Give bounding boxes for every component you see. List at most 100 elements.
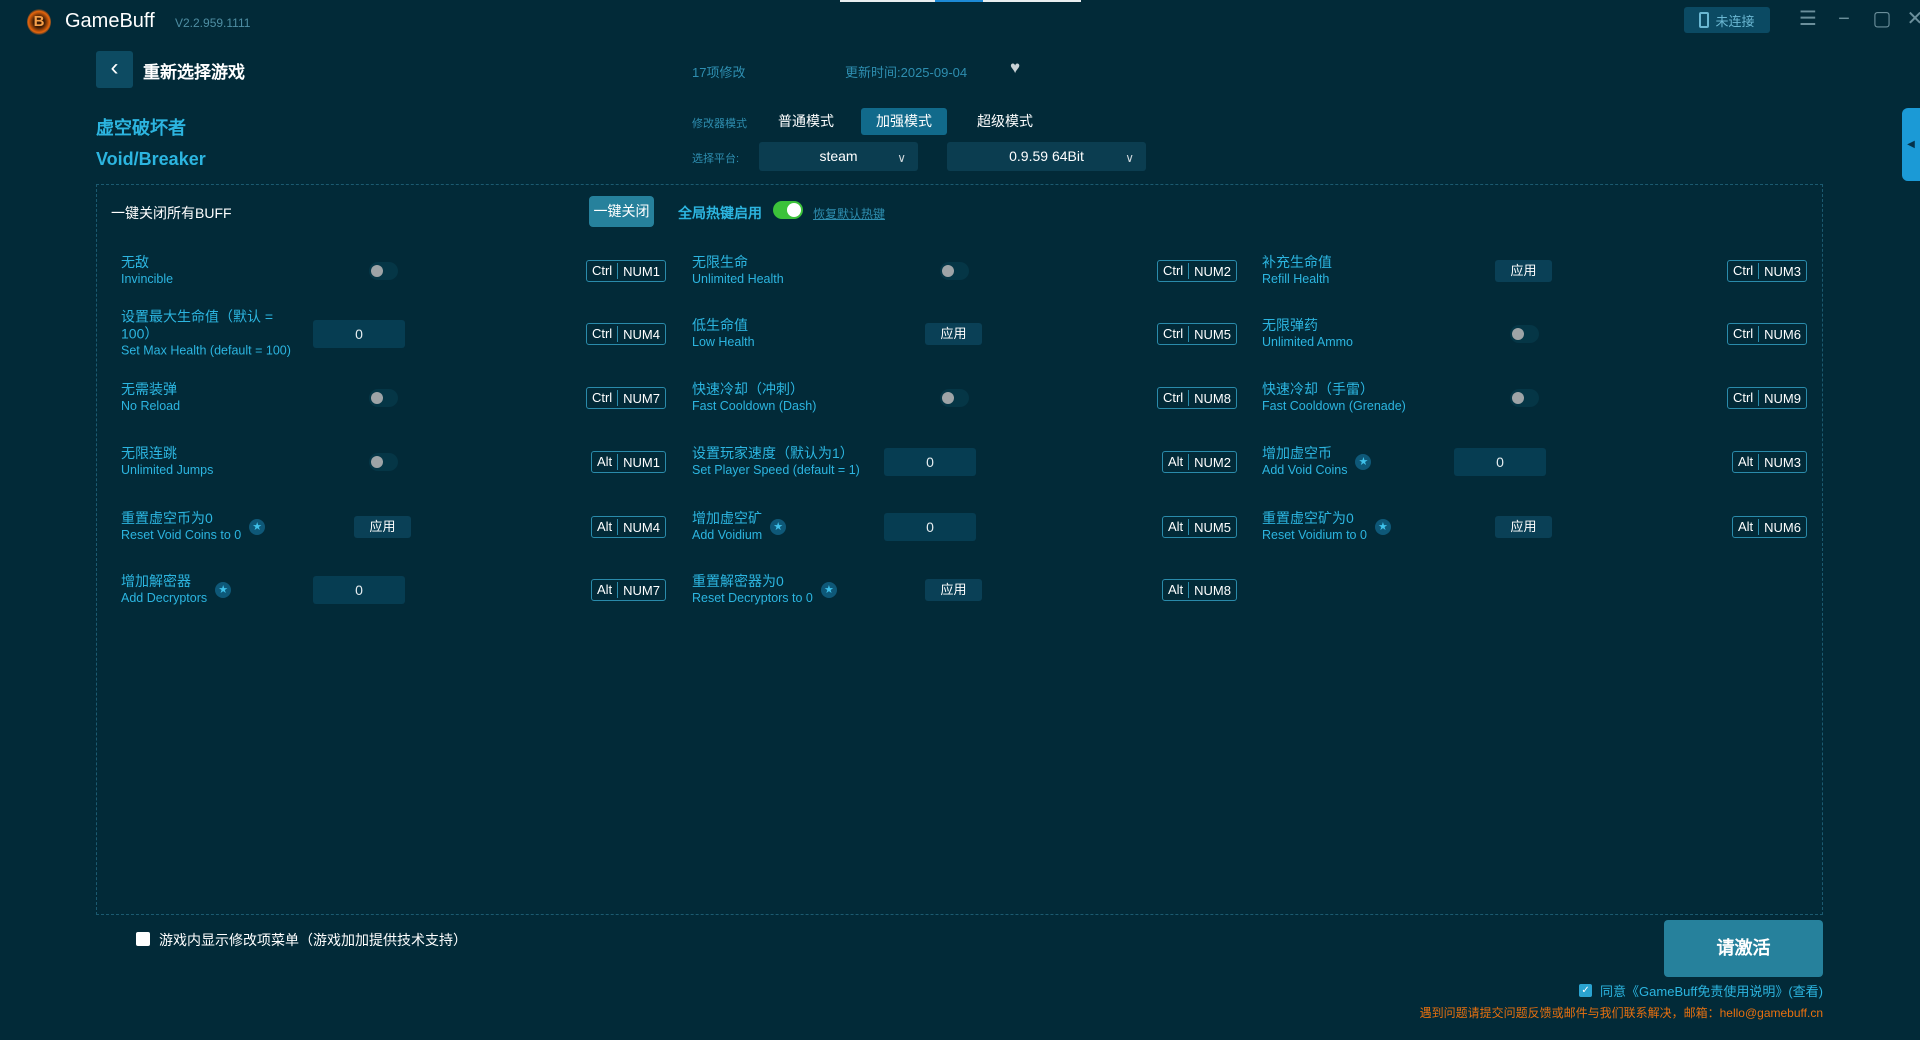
- cheat-name-en: Refill Health: [1262, 272, 1330, 286]
- cheat-name-en: Fast Cooldown (Dash): [692, 399, 817, 413]
- hotkey[interactable]: Alt NUM2: [1161, 451, 1237, 473]
- close-icon[interactable]: ✕: [1903, 8, 1920, 30]
- value-input[interactable]: 0: [1454, 448, 1546, 476]
- hotkey[interactable]: Alt NUM7: [590, 579, 666, 601]
- update-time: 更新时间:2025-09-04: [845, 65, 968, 80]
- minimize-icon[interactable]: −: [1832, 8, 1856, 30]
- hotkey[interactable]: Ctrl NUM6: [1726, 323, 1807, 345]
- apply-button[interactable]: 应用: [1495, 516, 1552, 538]
- favorite-heart-icon[interactable]: ♥: [1010, 58, 1020, 78]
- activate-button[interactable]: 请激活: [1664, 920, 1823, 977]
- menu-icon[interactable]: ☰: [1796, 8, 1820, 30]
- back-button[interactable]: ‹: [96, 51, 133, 88]
- hotkey[interactable]: Alt NUM4: [590, 516, 666, 538]
- connect-label: 未连接: [1715, 13, 1755, 29]
- hotkey-modifier: Alt: [1163, 519, 1190, 535]
- platform-select[interactable]: steam ∨: [759, 142, 918, 171]
- app-version: V2.2.959.1111: [175, 16, 251, 30]
- platform-value: steam: [819, 148, 858, 164]
- hotkey[interactable]: Alt NUM6: [1731, 516, 1807, 538]
- hotkey-key: NUM2: [1194, 263, 1231, 279]
- mode-normal[interactable]: 普通模式: [763, 108, 849, 135]
- app-name: GameBuff: [65, 10, 155, 32]
- apply-button[interactable]: 应用: [354, 516, 411, 538]
- star-icon: ★: [249, 519, 266, 535]
- cheat-toggle[interactable]: [940, 389, 969, 407]
- apply-button[interactable]: 应用: [1495, 260, 1552, 282]
- platform-label: 选择平台:: [692, 153, 740, 165]
- star-icon: ★: [1355, 454, 1372, 470]
- hotkey-key: NUM1: [623, 454, 660, 470]
- cheat-item: 无限弹药 Unlimited Ammo Ctrl NUM6: [1262, 304, 1822, 364]
- value-input[interactable]: 0: [313, 576, 405, 604]
- version-select[interactable]: 0.9.59 64Bit ∨: [947, 142, 1146, 171]
- value-input[interactable]: 0: [884, 448, 976, 476]
- cheat-name-en: Unlimited Ammo: [1262, 335, 1353, 349]
- hotkey[interactable]: Ctrl NUM4: [585, 323, 666, 345]
- cheat-item: 增加虚空币 Add Void Coins ★ 0 Alt NUM3: [1262, 432, 1822, 492]
- hotkey-key: NUM8: [1194, 582, 1231, 598]
- hotkey-modifier: Alt: [1163, 582, 1190, 598]
- close-all-button[interactable]: 一键关闭: [589, 196, 654, 227]
- star-icon: ★: [770, 519, 787, 535]
- cheat-toggle[interactable]: [1510, 389, 1539, 407]
- cheat-toggle[interactable]: [369, 453, 398, 471]
- star-icon: ★: [1374, 519, 1391, 535]
- cheat-toggle[interactable]: [1510, 325, 1539, 343]
- close-all-label: 一键关闭所有BUFF: [111, 205, 232, 221]
- hotkey-modifier: Alt: [1163, 454, 1190, 470]
- value-input[interactable]: 0: [313, 320, 405, 348]
- hotkey-key: NUM4: [623, 326, 660, 342]
- cheat-name-zh: 补充生命值: [1262, 254, 1332, 270]
- hotkey-modifier: Ctrl: [1728, 263, 1760, 279]
- hotkey-modifier: Ctrl: [587, 263, 619, 279]
- mod-count: 17项修改: [692, 65, 746, 80]
- hotkey[interactable]: Ctrl NUM1: [585, 260, 666, 282]
- cheat-name-zh: 无敌: [121, 254, 149, 270]
- hotkey-modifier: Alt: [592, 519, 619, 535]
- hotkey[interactable]: Ctrl NUM3: [1726, 260, 1807, 282]
- hotkey[interactable]: Ctrl NUM9: [1726, 387, 1807, 409]
- hotkey[interactable]: Ctrl NUM7: [585, 387, 666, 409]
- cheat-toggle[interactable]: [369, 262, 398, 280]
- connect-button[interactable]: 未连接: [1684, 7, 1770, 33]
- side-panel-toggle[interactable]: ◀: [1902, 108, 1920, 181]
- cheat-item: 快速冷却（冲刺） Fast Cooldown (Dash) Ctrl NUM8: [692, 368, 1252, 428]
- hotkey[interactable]: Alt NUM3: [1731, 451, 1807, 473]
- hotkey[interactable]: Ctrl NUM5: [1156, 323, 1237, 345]
- chevron-down-icon: ∨: [1125, 151, 1134, 165]
- hotkey[interactable]: Alt NUM1: [590, 451, 666, 473]
- agree-checkbox[interactable]: ✓: [1579, 984, 1593, 997]
- cheat-name-en: No Reload: [121, 399, 181, 413]
- apply-button[interactable]: 应用: [925, 579, 982, 601]
- hotkey[interactable]: Alt NUM8: [1161, 579, 1237, 601]
- ingame-menu-checkbox[interactable]: [136, 932, 150, 946]
- hotkey[interactable]: Ctrl NUM2: [1156, 260, 1237, 282]
- hotkey[interactable]: Alt NUM5: [1161, 516, 1237, 538]
- mode-label: 修改器模式: [692, 118, 747, 130]
- cheat-name-en: Unlimited Health: [692, 272, 784, 286]
- hotkey-key: NUM6: [1764, 326, 1801, 342]
- cheat-item: 重置虚空币为0 Reset Void Coins to 0 ★ 应用 Alt NUM4: [121, 497, 681, 557]
- reselect-game[interactable]: 重新选择游戏: [143, 58, 245, 83]
- restore-hotkeys-link[interactable]: 恢复默认热键: [813, 205, 885, 222]
- hotkey-key: NUM7: [623, 582, 660, 598]
- cheat-toggle[interactable]: [940, 262, 969, 280]
- cheat-item: 重置虚空矿为0 Reset Voidium to 0 ★ 应用 Alt NUM6: [1262, 497, 1822, 557]
- global-hotkey-label: 全局热键启用: [678, 205, 762, 221]
- cheat-item: 设置最大生命值（默认 = 100） Set Max Health (default…: [121, 304, 681, 364]
- phone-icon: [1699, 12, 1710, 28]
- value-input[interactable]: 0: [884, 513, 976, 541]
- cheat-item: 重置解密器为0 Reset Decryptors to 0 ★ 应用 Alt NUM8: [692, 560, 1252, 620]
- cheat-name-zh: 重置虚空币为0: [121, 510, 213, 526]
- global-hotkey-toggle[interactable]: [773, 201, 803, 219]
- mode-enhanced[interactable]: 加强模式: [861, 108, 947, 135]
- hotkey[interactable]: Ctrl NUM8: [1156, 387, 1237, 409]
- cheat-toggle[interactable]: [369, 389, 398, 407]
- apply-button[interactable]: 应用: [925, 323, 982, 345]
- mode-super[interactable]: 超级模式: [962, 108, 1048, 135]
- maximize-icon[interactable]: ▢: [1870, 8, 1894, 30]
- agree-text[interactable]: 同意《GameBuff免责使用说明》(查看): [1600, 981, 1823, 1000]
- cheat-item: 无限连跳 Unlimited Jumps Alt NUM1: [121, 432, 681, 492]
- hotkey-key: NUM2: [1194, 454, 1231, 470]
